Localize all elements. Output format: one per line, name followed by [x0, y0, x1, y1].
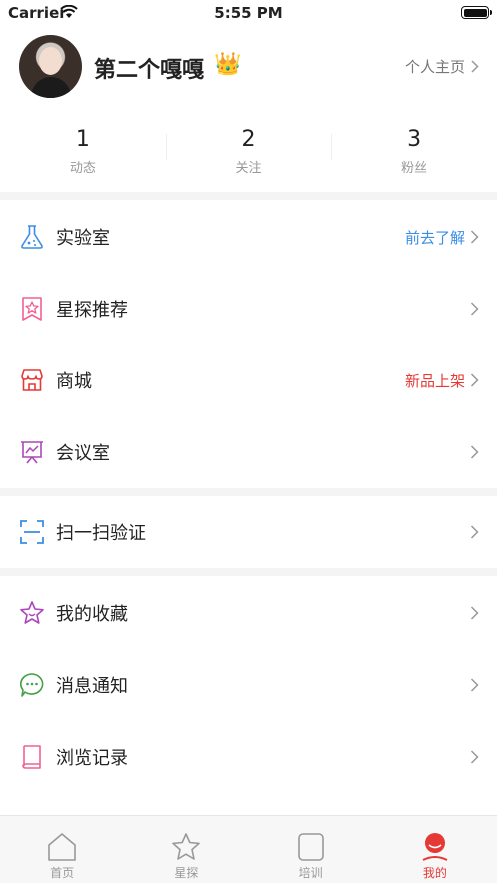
menu-item-browsing-history[interactable]: 浏览记录: [0, 725, 497, 789]
section-divider: [0, 192, 497, 200]
home-icon: [48, 833, 76, 861]
stat-value: 2: [241, 127, 256, 152]
stat-label: 动态: [69, 161, 96, 176]
chevron-right-icon: [471, 60, 479, 73]
tab-bar: 首页 星探 培训 我的: [0, 815, 497, 883]
status-time: 5:55 PM: [214, 4, 283, 22]
stat-value: 1: [75, 127, 90, 152]
profile-header: 第二个嘎嘎 👑 个人主页: [0, 30, 497, 110]
profile-icon: [422, 833, 448, 861]
tab-label: 首页: [50, 866, 75, 880]
menu-item-scan-verify[interactable]: 扫一扫验证: [0, 500, 497, 564]
tab-training[interactable]: 培训: [249, 816, 373, 883]
tab-star-scout[interactable]: 星探: [124, 816, 248, 883]
tab-home[interactable]: 首页: [0, 816, 124, 883]
chevron-right-icon: [470, 606, 479, 620]
menu-item-label: 商城: [56, 371, 92, 392]
tab-mine[interactable]: 我的: [373, 816, 497, 883]
tab-label: 培训: [298, 866, 323, 880]
homepage-link-label: 个人主页: [404, 58, 465, 76]
stat-value: 3: [407, 127, 422, 152]
chevron-right-icon: [470, 525, 479, 539]
homepage-link[interactable]: 个人主页: [405, 56, 479, 77]
menu-item-label: 消息通知: [56, 676, 128, 697]
menu-item-label: 实验室: [56, 228, 110, 249]
menu-item-meeting-room[interactable]: 会议室: [0, 420, 497, 484]
section-divider: [0, 488, 497, 496]
menu-item-lab[interactable]: 实验室 前去了解: [0, 205, 497, 269]
stat-posts[interactable]: 1 动态: [0, 126, 166, 182]
battery-icon: [461, 6, 492, 19]
star-outline-icon: [172, 833, 201, 860]
menu-item-label: 浏览记录: [56, 748, 128, 769]
training-icon: [297, 833, 324, 861]
stat-following[interactable]: 2 关注: [165, 126, 332, 182]
chevron-right-icon: [470, 302, 479, 316]
menu-item-mall[interactable]: 商城 新品上架: [0, 348, 497, 412]
scan-icon: [20, 520, 44, 544]
menu-item-label: 星探推荐: [56, 300, 128, 321]
chevron-right-icon: [470, 230, 479, 244]
star-badge-icon: [22, 297, 42, 321]
username: 第二个嘎嘎: [94, 58, 205, 83]
flask-icon: [21, 225, 43, 249]
chevron-right-icon: [470, 678, 479, 692]
menu-item-label: 我的收藏: [56, 604, 128, 625]
avatar[interactable]: [19, 35, 82, 98]
chevron-right-icon: [470, 373, 479, 387]
chat-bubble-icon: [20, 673, 44, 697]
menu-item-label: 扫一扫验证: [56, 523, 146, 544]
tab-label: 星探: [174, 866, 199, 880]
shop-icon: [21, 369, 43, 391]
tab-label: 我的: [422, 866, 447, 880]
mall-hint: 新品上架: [404, 371, 465, 390]
section-divider: [0, 568, 497, 576]
star-icon: [20, 601, 44, 624]
lab-hint: 前去了解: [404, 228, 465, 247]
menu-item-notifications[interactable]: 消息通知: [0, 653, 497, 717]
menu-item-star-recommend[interactable]: 星探推荐: [0, 277, 497, 341]
stat-label: 粉丝: [401, 161, 428, 176]
crown-icon: 👑: [214, 52, 242, 77]
chevron-right-icon: [470, 750, 479, 764]
menu-item-label: 会议室: [56, 443, 110, 464]
book-icon: [22, 745, 41, 769]
status-bar: Carrier 5:55 PM: [0, 0, 497, 26]
stat-label: 关注: [235, 161, 262, 176]
stat-followers[interactable]: 3 粉丝: [331, 126, 497, 182]
presentation-icon: [21, 441, 43, 464]
menu-item-favorites[interactable]: 我的收藏: [0, 581, 497, 645]
chevron-right-icon: [470, 445, 479, 459]
stats-bar: 1 动态 2 关注 3 粉丝: [0, 126, 497, 182]
